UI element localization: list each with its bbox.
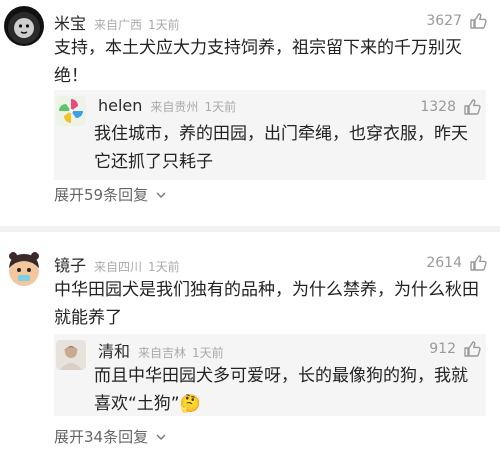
avatar-cartoon[interactable] [4,248,44,288]
timestamp: 1天前 [148,18,180,32]
expand-replies-label: 展开34条回复 [54,428,149,446]
expand-replies-label: 展开59条回复 [54,186,149,204]
comment-text: 中华田园犬是我们独有的品种，为什么禁养，为什么秋田就能养了 [54,280,479,328]
like-count: 3627 [426,13,462,29]
location: 来自广西 [94,18,143,32]
reply-text: 而且中华田园犬多可爱呀，长的最像狗的狗，我就喜欢“土狗”🤔 [94,366,468,414]
comment-header: 米宝 来自广西 1天前 [54,10,180,34]
cartoon-avatar-icon [4,248,44,288]
expand-replies-button[interactable]: 展开34条回复 [54,426,166,447]
comment-text: 支持，本土犬应大力支持饲养，祖宗留下来的千万别灭绝！ [54,38,462,86]
reply-location: 来自吉林 [138,346,187,360]
username[interactable]: 镜子 [54,252,86,276]
reply-box[interactable]: helen 来自贵州 1天前 1328 我住城市，养的田园，出门牵绳，也穿衣服，… [54,90,486,180]
reply-timestamp: 1天前 [192,346,224,360]
chevron-down-icon [156,192,166,198]
avatar-pinwheel[interactable] [56,96,86,126]
avatar-lion[interactable] [4,6,44,46]
comment-2: 镜子 来自四川 1天前 2614 中华田园犬是我们独有的品种，为什么禁养，为什么… [0,232,500,456]
reply-username[interactable]: 清和 [98,338,130,362]
thumbs-up-icon[interactable] [462,97,482,117]
thumbs-up-icon[interactable] [468,253,488,273]
like-count: 2614 [426,255,462,271]
reply-location: 来自贵州 [150,100,199,114]
comment-header: 镜子 来自四川 1天前 [54,252,180,276]
reply-like-count: 1328 [420,99,456,115]
timestamp: 1天前 [148,260,180,274]
location: 来自四川 [94,260,143,274]
reply-box[interactable]: 清和 来自吉林 1天前 912 而且中华田园犬多可爱呀，长的最像狗的狗，我就喜欢… [54,334,486,416]
expand-replies-button[interactable]: 展开59条回复 [54,184,166,205]
reply-timestamp: 1天前 [204,100,237,114]
lion-avatar-icon [4,6,44,46]
reply-username[interactable]: helen [98,96,142,115]
reply-text: 我住城市，养的田园，出门牵绳，也穿衣服，昨天它还抓了只耗子 [94,124,468,172]
pinwheel-avatar-icon [56,96,86,126]
avatar-photo[interactable] [56,340,86,370]
reply-like-count: 912 [429,341,456,357]
photo-avatar-icon [56,340,86,370]
chevron-down-icon [156,434,166,440]
reply-header: 清和 来自吉林 1天前 [98,338,224,362]
reply-header: helen 来自贵州 1天前 [98,96,236,115]
thumbs-up-icon[interactable] [462,339,482,359]
thumbs-up-icon[interactable] [468,11,488,31]
comment-1: 米宝 来自广西 1天前 3627 支持，本土犬应大力支持饲养，祖宗留下来的千万别… [0,0,500,220]
username[interactable]: 米宝 [54,10,86,34]
